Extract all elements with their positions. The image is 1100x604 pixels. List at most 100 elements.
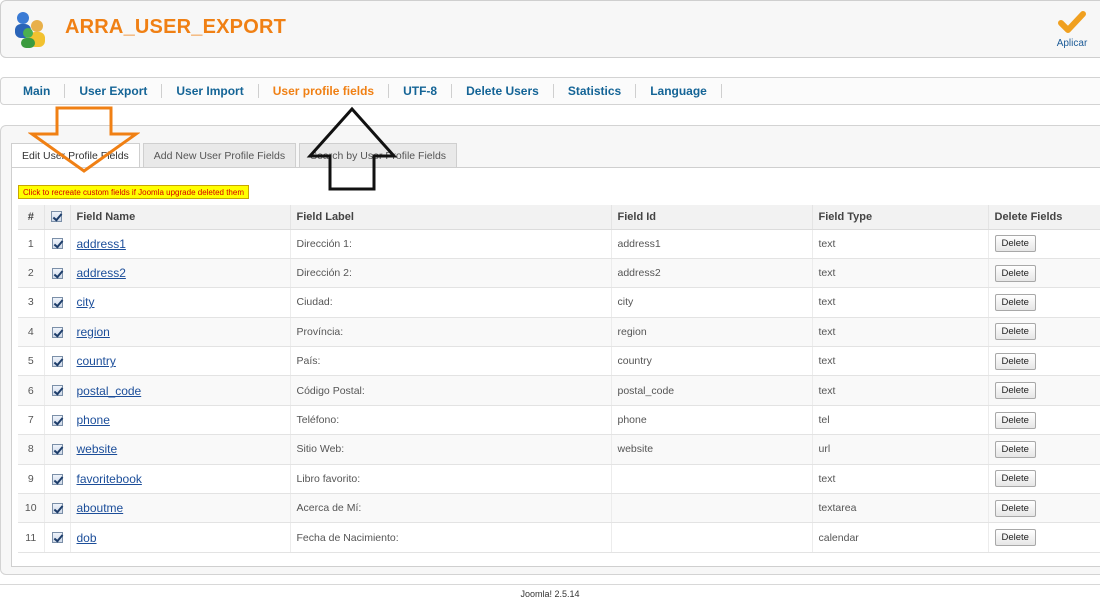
row-checkbox[interactable] [51,297,63,309]
arrow-down-icon [28,106,140,173]
field-label-cell: Libro favorito: [290,464,612,495]
row-checkbox[interactable] [51,473,63,485]
field-name-link[interactable]: aboutme [77,501,124,515]
delete-button[interactable]: Delete [994,411,1036,429]
delete-cell: Delete [988,464,1100,495]
field-type-cell: text [812,375,989,406]
header-field-id[interactable]: Field Id [611,205,813,230]
delete-button[interactable]: Delete [994,529,1036,547]
row-checkbox[interactable] [51,444,63,456]
field-name-link[interactable]: favoritebook [77,472,142,486]
field-id-cell: phone [611,405,813,436]
header-delete-fields: Delete Fields [988,205,1100,230]
tab-add-new-user-profile-fields[interactable]: Add New User Profile Fields [142,143,297,167]
delete-cell: Delete [988,522,1100,553]
menu-item-user-profile-fields[interactable]: User profile fields [259,84,390,98]
field-name-cell: country [70,346,291,377]
row-checkbox-cell [44,375,71,406]
arrow-up-icon [306,106,398,191]
table-row: 8 website Sitio Web: website url Delete [18,434,1100,465]
menu-item-user-export[interactable]: User Export [65,84,163,98]
row-number: 7 [18,405,45,436]
menu-item-main[interactable]: Main [9,84,66,98]
recreate-fields-button[interactable]: Click to recreate custom fields if Jooml… [18,185,249,199]
field-type-cell: text [812,258,989,289]
field-name-cell: aboutme [70,493,291,524]
field-name-link[interactable]: country [77,354,116,368]
field-type-cell: tel [812,405,989,436]
row-checkbox[interactable] [51,238,63,250]
checkmark-icon [1058,11,1086,33]
row-checkbox-cell [44,522,71,553]
field-id-cell: postal_code [611,375,813,406]
field-id-cell: address1 [611,229,813,259]
table-row: 11 dob Fecha de Nacimiento: calendar Delete [18,522,1100,553]
delete-button[interactable]: Delete [994,470,1036,488]
apply-button[interactable]: Aplicar [1051,10,1093,52]
row-checkbox[interactable] [51,502,63,514]
menu-item-delete-users[interactable]: Delete Users [452,84,554,98]
delete-button[interactable]: Delete [994,323,1036,341]
menu-item-statistics[interactable]: Statistics [554,84,637,98]
field-name-link[interactable]: phone [77,413,110,427]
apply-label: Aplicar [1056,38,1088,49]
row-checkbox[interactable] [51,355,63,367]
field-name-link[interactable]: region [77,325,110,339]
row-checkbox[interactable] [51,385,63,397]
row-checkbox-cell [44,346,71,377]
field-name-cell: phone [70,405,291,436]
delete-button[interactable]: Delete [994,440,1036,458]
field-id-cell: address2 [611,258,813,289]
field-name-link[interactable]: address1 [77,237,126,251]
delete-button[interactable]: Delete [994,264,1036,282]
header-num: # [18,205,45,230]
table-row: 4 region Província: region text Delete [18,317,1100,348]
field-label-cell: Dirección 2: [290,258,612,289]
field-type-cell: textarea [812,493,989,524]
field-label-cell: Ciudad: [290,287,612,318]
header-field-name[interactable]: Field Name [70,205,291,230]
row-checkbox[interactable] [51,267,63,279]
field-name-link[interactable]: address2 [77,266,126,280]
field-name-link[interactable]: dob [77,531,97,545]
menu-item-utf8[interactable]: UTF-8 [389,84,453,98]
header-field-type[interactable]: Field Type [812,205,989,230]
field-name-cell: region [70,317,291,348]
delete-button[interactable]: Delete [994,499,1036,517]
header-field-label[interactable]: Field Label [290,205,612,230]
delete-button[interactable]: Delete [994,352,1036,370]
row-checkbox-cell [44,464,71,495]
table-row: 5 country País: country text Delete [18,346,1100,377]
table-row: 9 favoritebook Libro favorito: text Delete [18,464,1100,495]
row-number: 8 [18,434,45,465]
row-checkbox[interactable] [51,532,63,544]
row-number: 5 [18,346,45,377]
row-checkbox-cell [44,229,71,259]
row-number: 9 [18,464,45,495]
menu-item-user-import[interactable]: User Import [162,84,259,98]
field-type-cell: text [812,317,989,348]
row-number: 11 [18,522,45,553]
field-label-cell: Sitio Web: [290,434,612,465]
field-name-cell: city [70,287,291,318]
row-checkbox-cell [44,405,71,436]
delete-cell: Delete [988,229,1100,259]
field-name-link[interactable]: city [77,295,95,309]
delete-button[interactable]: Delete [994,382,1036,400]
field-name-cell: postal_code [70,375,291,406]
menu-item-language[interactable]: Language [636,84,722,98]
delete-cell: Delete [988,317,1100,348]
delete-cell: Delete [988,405,1100,436]
delete-button[interactable]: Delete [994,293,1036,311]
row-checkbox[interactable] [51,326,63,338]
main-menu: Main User Export User Import User profil… [0,77,1100,105]
field-id-cell: country [611,346,813,377]
field-label-cell: Dirección 1: [290,229,612,259]
delete-button[interactable]: Delete [994,235,1036,253]
row-checkbox[interactable] [51,414,63,426]
row-number: 6 [18,375,45,406]
row-number: 2 [18,258,45,289]
field-name-link[interactable]: website [77,442,118,456]
field-name-link[interactable]: postal_code [77,384,142,398]
select-all-checkbox[interactable] [50,211,62,223]
